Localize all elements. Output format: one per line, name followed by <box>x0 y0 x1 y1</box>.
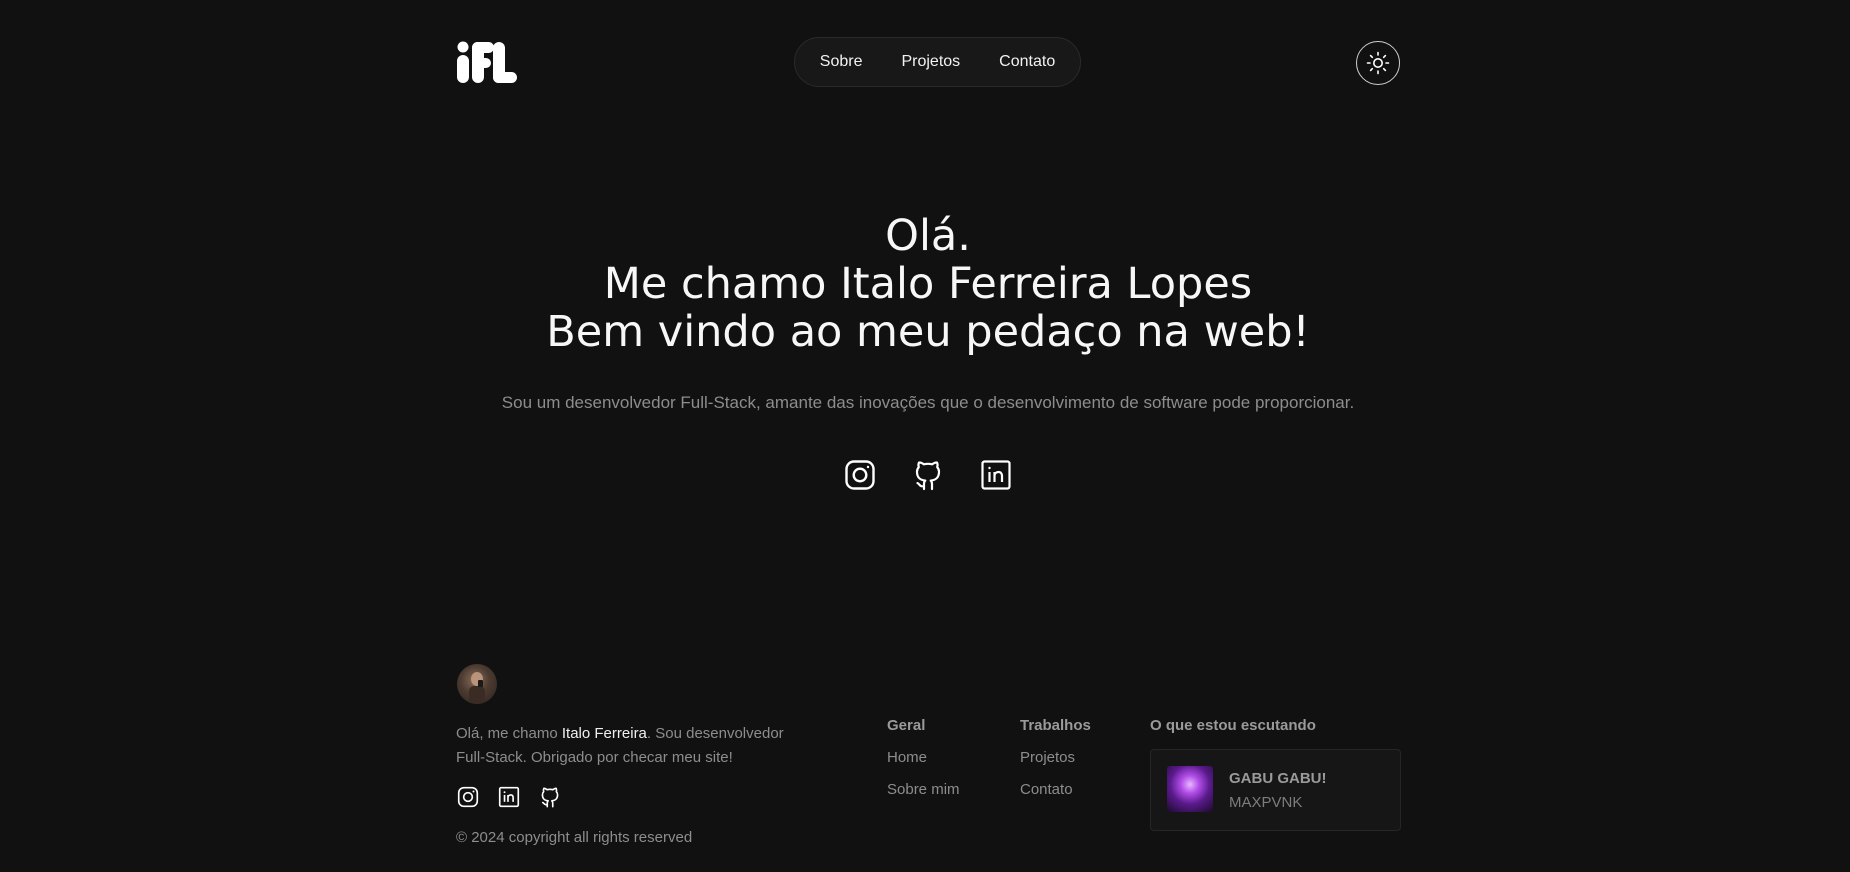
footer-desc-name: Italo Ferreira <box>561 725 647 742</box>
hero-line-1: Olá. <box>885 211 971 261</box>
footer-desc-prefix: Olá, me chamo <box>456 725 562 742</box>
footer-link-home[interactable]: Home <box>887 749 960 767</box>
linkedin-icon <box>981 460 1011 490</box>
album-art <box>1167 766 1213 812</box>
footer-github-link[interactable] <box>539 786 561 808</box>
page-container: Sobre Projetos Contato Olá. Me chamo Ita… <box>455 0 1401 872</box>
footer-linkedin-link[interactable] <box>498 786 520 808</box>
footer-column-geral: Geral Home Sobre mim <box>887 717 960 813</box>
hero-line-2: Me chamo Italo Ferreira Lopes <box>603 259 1253 309</box>
footer-description: Olá, me chamo Italo Ferreira. Sou desenv… <box>456 722 816 770</box>
footer-social-links <box>457 786 561 808</box>
theme-toggle-button[interactable] <box>1356 41 1400 85</box>
footer-column-trabalhos: Trabalhos Projetos Contato <box>1020 717 1091 813</box>
sun-icon <box>1366 51 1390 75</box>
github-link[interactable] <box>912 459 944 491</box>
footer-link-projetos[interactable]: Projetos <box>1020 749 1091 767</box>
linkedin-icon <box>498 786 520 808</box>
nav-contato[interactable]: Contato <box>999 53 1055 71</box>
nav-sobre[interactable]: Sobre <box>820 53 863 71</box>
footer-instagram-link[interactable] <box>457 786 479 808</box>
footer-trabalhos-title: Trabalhos <box>1020 717 1091 734</box>
linkedin-link[interactable] <box>980 459 1012 491</box>
hero-heading: Olá. Me chamo Italo Ferreira Lopes Bem v… <box>455 212 1401 356</box>
footer-link-sobre-mim[interactable]: Sobre mim <box>887 781 960 799</box>
instagram-icon <box>845 460 875 490</box>
footer-column-music: O que estou escutando GABU GABU! MAXPVNK <box>1150 717 1401 831</box>
track-title: GABU GABU! <box>1229 770 1327 787</box>
hero-subtitle: Sou um desenvolvedor Full-Stack, amante … <box>501 393 1355 412</box>
github-icon <box>541 787 559 808</box>
track-artist: MAXPVNK <box>1229 794 1303 811</box>
site-logo[interactable] <box>455 39 518 86</box>
now-playing-title: O que estou escutando <box>1150 717 1316 734</box>
now-playing-card[interactable]: GABU GABU! MAXPVNK <box>1150 749 1401 831</box>
instagram-link[interactable] <box>844 459 876 491</box>
footer-geral-title: Geral <box>887 717 926 734</box>
instagram-icon <box>457 786 479 808</box>
hero-line-3: Bem vindo ao meu pedaço na web! <box>546 307 1310 357</box>
main-nav: Sobre Projetos Contato <box>794 37 1081 87</box>
footer-link-contato[interactable]: Contato <box>1020 781 1091 799</box>
github-icon <box>915 461 941 491</box>
avatar <box>457 664 497 704</box>
copyright-text: © 2024 copyright all rights reserved <box>456 829 693 846</box>
nav-projetos[interactable]: Projetos <box>901 53 960 71</box>
hero-social-links <box>844 459 1012 491</box>
